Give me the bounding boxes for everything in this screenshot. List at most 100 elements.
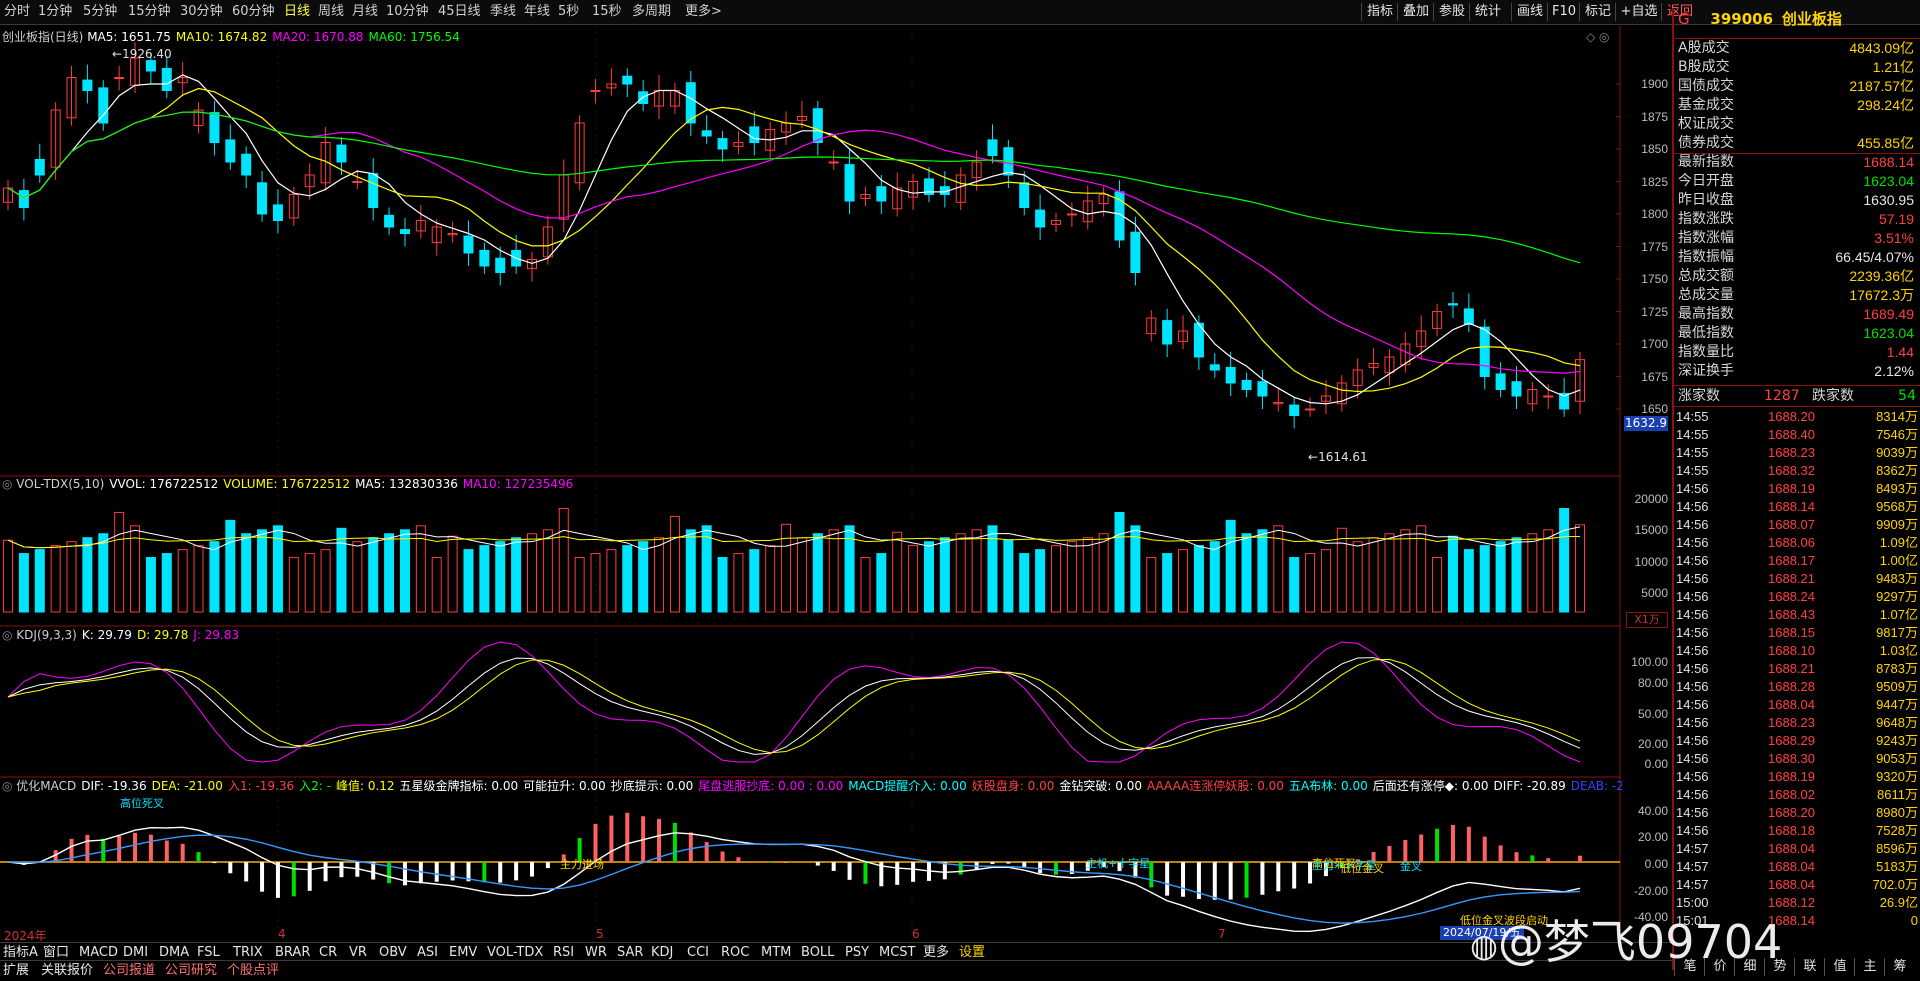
indicator-tab-16[interactable]: SAR (614, 944, 646, 961)
indicator-tab-22[interactable]: PSY (842, 944, 872, 961)
tab-fenshi[interactable]: 分时 (4, 3, 30, 21)
panel-options-icon[interactable]: ◇ ◎ (1586, 30, 1610, 44)
y-axis-tick-label: 1825 (1641, 174, 1668, 189)
indicator-tab-19[interactable]: ROC (718, 944, 752, 961)
tab-quarterly[interactable]: 季线 (490, 3, 516, 21)
ma-legend-item: MA20: 1670.88 (272, 30, 364, 44)
tick-row: 14:56 1688.14 9568万 (1676, 498, 1920, 516)
macd-legend-item: 尾盘逃服抄底: 0.00 : 0.00 (698, 779, 844, 793)
statistics-button[interactable]: 统计 (1469, 3, 1506, 21)
tick-price: 1688.19 (1768, 481, 1815, 496)
tick-volume: 9243万 (1876, 733, 1918, 748)
draw-line-button[interactable]: 画线 (1511, 3, 1548, 21)
indicator-tab-4[interactable]: DMA (156, 944, 192, 961)
add-watchlist-button[interactable]: +自选 (1615, 3, 1662, 21)
overlay-button[interactable]: 叠加 (1397, 3, 1434, 21)
tick-row: 15:01 1688.14 0 (1676, 912, 1920, 930)
indicator-tab-14[interactable]: RSI (550, 944, 577, 961)
indicator-tab-24[interactable]: 更多 (920, 944, 952, 961)
tick-price: 1688.12 (1768, 895, 1815, 910)
info-tab-2[interactable]: 公司报道 (100, 962, 158, 979)
side-panel-tab-6[interactable]: 主 (1854, 958, 1885, 976)
main-legend: 创业板指(日线) MA5: 1651.75 MA10: 1674.82 MA20: … (2, 30, 465, 45)
indicator-tab-2[interactable]: MACD (76, 944, 121, 961)
tick-price: 1688.20 (1768, 409, 1815, 424)
tab-more[interactable]: 更多> (685, 3, 722, 21)
tab-weekly[interactable]: 周线 (318, 3, 344, 21)
info-tab-0[interactable]: 扩展 (0, 962, 32, 979)
tab-1min[interactable]: 1分钟 (38, 3, 72, 21)
tick-row: 14:56 1688.43 1.07亿 (1676, 606, 1920, 624)
tick-price: 1688.04 (1768, 877, 1815, 892)
tab-10min[interactable]: 10分钟 (386, 3, 429, 21)
indicator-tab-12[interactable]: EMV (446, 944, 480, 961)
indicator-button[interactable]: 指标 (1361, 3, 1398, 21)
mark-button[interactable]: 标记 (1579, 3, 1616, 21)
shareholding-button[interactable]: 参股 (1433, 3, 1470, 21)
tab-15sec[interactable]: 15秒 (592, 3, 622, 21)
side-panel-tab-0[interactable]: 笔 (1674, 958, 1705, 976)
kdj-legend-item: K: 29.79 (81, 628, 132, 642)
side-panel-tab-3[interactable]: 势 (1764, 958, 1795, 976)
stat-label: 基金成交 (1678, 97, 1734, 113)
vol-legend-item: VVOL: 176722512 (109, 477, 219, 491)
tick-price: 1688.21 (1768, 661, 1815, 676)
indicator-tab-1[interactable]: 窗口 (40, 944, 72, 961)
f10-button[interactable]: F10 (1547, 3, 1580, 21)
y-axis-tick-label: 1850 (1641, 142, 1668, 156)
tick-time: 14:56 (1676, 535, 1709, 550)
tick-time: 14:56 (1676, 661, 1709, 676)
tab-45day[interactable]: 45日线 (438, 3, 481, 21)
indicator-tab-13[interactable]: VOL-TDX (484, 944, 546, 961)
tab-15min[interactable]: 15分钟 (128, 3, 171, 21)
indicator-tab-18[interactable]: CCI (684, 944, 712, 961)
tab-60min[interactable]: 60分钟 (232, 3, 275, 21)
indicator-tab-6[interactable]: TRIX (230, 944, 266, 961)
side-panel-tab-1[interactable]: 价 (1704, 958, 1735, 976)
y-axis-tick-label: 5000 (1641, 586, 1668, 600)
tab-30min[interactable]: 30分钟 (180, 3, 223, 21)
tick-price: 1688.19 (1768, 769, 1815, 784)
indicator-tab-7[interactable]: BRAR (272, 944, 313, 961)
stat-value: 57.19 (1878, 211, 1914, 227)
info-tab-1[interactable]: 关联报价 (38, 962, 96, 979)
side-panel-tab-7[interactable]: 筹 (1884, 958, 1915, 976)
side-panel-tab-2[interactable]: 细 (1734, 958, 1765, 976)
quote-stat-row: 昨日收盘 1630.95 (1678, 191, 1918, 210)
indicator-tab-21[interactable]: BOLL (798, 944, 837, 961)
tick-time: 14:55 (1676, 463, 1709, 478)
indicator-tab-17[interactable]: KDJ (648, 944, 676, 961)
kdj-legend-item: J: 29.83 (193, 628, 240, 642)
indicator-tab-9[interactable]: VR (346, 944, 370, 961)
indicator-tab-3[interactable]: DMI (120, 944, 151, 961)
side-panel-tab-5[interactable]: 值 (1824, 958, 1855, 976)
indicator-tab-8[interactable]: CR (316, 944, 340, 961)
indicator-tab-0[interactable]: 指标A (0, 944, 41, 961)
macd-legend-item: 金钻突破: 0.00 (1059, 779, 1142, 793)
quote-side-panel: G 399006 创业板指 A股成交 4843.09亿 B股成交 1.21亿 国债成交 2… (1672, 8, 1920, 970)
stat-label: 最低指数 (1678, 325, 1734, 341)
indicator-tab-11[interactable]: ASI (414, 944, 441, 961)
indicator-tab-20[interactable]: MTM (758, 944, 794, 961)
tab-yearly[interactable]: 年线 (524, 3, 550, 21)
stat-label: A股成交 (1678, 40, 1730, 56)
indicator-tab-23[interactable]: MCST (876, 944, 919, 961)
tab-daily[interactable]: 日线 (284, 3, 310, 21)
indicator-tab-5[interactable]: FSL (194, 944, 223, 961)
indicator-tab-10[interactable]: OBV (376, 944, 410, 961)
y-axis-tick-label: 0.00 (1644, 857, 1668, 871)
info-tab-3[interactable]: 公司研究 (162, 962, 220, 979)
tab-5min[interactable]: 5分钟 (83, 3, 117, 21)
stat-value: 2239.36亿 (1849, 268, 1914, 284)
tab-monthly[interactable]: 月线 (352, 3, 378, 21)
tick-row: 14:57 1688.04 8596万 (1676, 840, 1920, 858)
y-axis-tick-label: 40.00 (1637, 804, 1668, 818)
tab-5sec[interactable]: 5秒 (558, 3, 579, 21)
info-tab-4[interactable]: 个股点评 (224, 962, 282, 979)
tick-list[interactable]: 14:55 1688.20 8314万 14:55 1688.40 7546万 14:55 1… (1674, 408, 1920, 952)
indicator-tab-25[interactable]: 设置 (956, 944, 988, 961)
legend-dot-icon: ◎ (2, 779, 17, 793)
indicator-tab-15[interactable]: WR (582, 944, 610, 961)
tab-multi-period[interactable]: 多周期 (632, 3, 671, 21)
side-panel-tab-4[interactable]: 联 (1794, 958, 1825, 976)
